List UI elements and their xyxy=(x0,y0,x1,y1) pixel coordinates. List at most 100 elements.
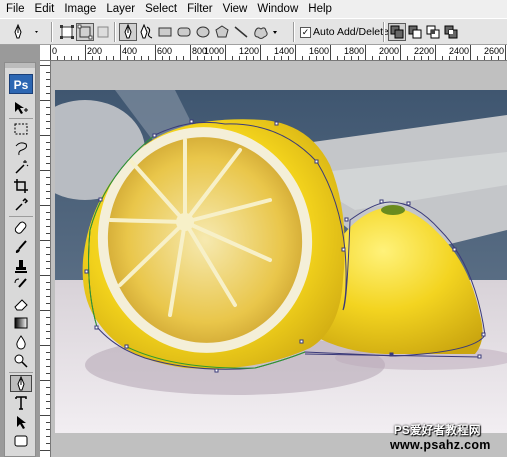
ruler-label: 200 xyxy=(87,46,103,56)
move-tool-button[interactable] xyxy=(10,99,32,116)
add-to-path-area-button[interactable] xyxy=(388,23,406,41)
ruler-tick xyxy=(46,149,50,150)
path-selection-tool-icon xyxy=(17,415,26,429)
type-tool-button[interactable] xyxy=(10,394,32,411)
fill-pixels-icon xyxy=(97,26,109,38)
ruler-tick xyxy=(204,56,205,60)
menu-help[interactable]: Help xyxy=(303,0,337,18)
freeform-pen-button[interactable] xyxy=(137,23,155,41)
ruler-tick xyxy=(176,56,177,60)
ruler-tick xyxy=(337,56,338,60)
intersect-path-areas-button[interactable] xyxy=(424,23,442,41)
eyedropper-tool-button[interactable] xyxy=(10,196,32,213)
lasso-tool-button[interactable] xyxy=(10,139,32,156)
subtract-from-path-area-button[interactable] xyxy=(406,23,424,41)
ruler-tick xyxy=(232,56,233,60)
ruler-label: 2000 xyxy=(379,46,400,56)
ruler-tick xyxy=(190,45,191,60)
ruler-tick xyxy=(40,205,50,206)
menu-select[interactable]: Select xyxy=(140,0,182,18)
paths-button[interactable] xyxy=(76,23,94,41)
menu-window[interactable]: Window xyxy=(252,0,303,18)
eraser-tool-button[interactable] xyxy=(10,295,32,312)
menu-file[interactable]: File xyxy=(0,0,30,18)
healing-brush-tool-button[interactable] xyxy=(10,219,32,236)
ruler-tick xyxy=(267,56,268,60)
options-bar: ✓ Auto Add/Delete xyxy=(0,18,507,45)
ruler-tick xyxy=(134,56,135,60)
shape-tool-icon xyxy=(14,435,28,446)
ellipse-button[interactable] xyxy=(194,23,212,41)
rounded-rectangle-button[interactable] xyxy=(175,23,193,41)
dodge-tool-button[interactable] xyxy=(10,352,32,369)
ruler-tick xyxy=(46,212,50,213)
pen-tool-button[interactable] xyxy=(10,375,32,392)
ruler-tick xyxy=(40,345,50,346)
ps-logo[interactable]: Ps xyxy=(9,74,33,94)
ruler-tick xyxy=(46,79,50,80)
ruler-tick xyxy=(407,56,408,60)
ruler-tick xyxy=(155,45,156,60)
ruler-tick xyxy=(351,56,352,60)
tool-separator xyxy=(9,216,33,217)
ruler-tick xyxy=(183,56,184,60)
ruler-label: 0 xyxy=(52,46,58,56)
ruler-label: 600 xyxy=(157,46,173,56)
brush-tool-icon xyxy=(15,239,27,253)
line-button[interactable] xyxy=(232,23,250,41)
ruler-tick xyxy=(148,56,149,60)
path-selection-tool-button[interactable] xyxy=(10,413,32,430)
ruler-tick xyxy=(46,86,50,87)
pen-icon xyxy=(124,23,132,39)
ruler-tick xyxy=(78,56,79,60)
history-brush-tool-button[interactable] xyxy=(10,276,32,293)
ruler-tick xyxy=(491,56,492,60)
menu-view[interactable]: View xyxy=(218,0,253,18)
ruler-tick xyxy=(64,56,65,60)
ruler-label: 2200 xyxy=(414,46,435,56)
ruler-tick xyxy=(162,56,163,60)
magic-wand-tool-button[interactable] xyxy=(10,158,32,175)
exclude-overlapping-path-areas-button[interactable] xyxy=(442,23,460,41)
gradient-tool-button[interactable] xyxy=(10,314,32,331)
shape-tool-button[interactable] xyxy=(10,432,32,449)
ruler-tick xyxy=(330,45,331,60)
custom-shape-button[interactable] xyxy=(251,23,281,41)
ruler-tick xyxy=(46,191,50,192)
ruler-label: 1400 xyxy=(274,46,295,56)
watermark-site-name: PS爱好者教程网 xyxy=(394,425,481,437)
shape-layers-button[interactable] xyxy=(58,23,76,41)
tool-preset-picker[interactable] xyxy=(8,23,44,41)
dodge-tool-icon xyxy=(14,354,28,368)
ruler-label: 1800 xyxy=(344,46,365,56)
marquee-tool-button[interactable] xyxy=(10,120,32,137)
crop-tool-button[interactable] xyxy=(10,177,32,194)
ruler-tick xyxy=(46,387,50,388)
ruler-tick xyxy=(46,254,50,255)
polygon-button[interactable] xyxy=(213,23,231,41)
ruler-tick xyxy=(46,219,50,220)
ruler-tick xyxy=(113,56,114,60)
tools-panel-grip[interactable] xyxy=(5,63,35,68)
menu-image[interactable]: Image xyxy=(59,0,101,18)
paths-icon xyxy=(77,24,93,40)
ruler-tick xyxy=(344,56,345,60)
auto-add-delete-checkbox[interactable]: ✓ xyxy=(300,27,311,38)
history-brush-tool-icon xyxy=(14,277,27,288)
ruler-tick xyxy=(46,429,50,430)
clone-stamp-tool-button[interactable] xyxy=(10,257,32,274)
fill-pixels-button[interactable] xyxy=(94,23,112,41)
blur-tool-button[interactable] xyxy=(10,333,32,350)
menu-edit[interactable]: Edit xyxy=(30,0,60,18)
rectangle-button[interactable] xyxy=(156,23,174,41)
lemon-photo[interactable] xyxy=(55,90,507,433)
ruler-tick xyxy=(46,268,50,269)
menu-layer[interactable]: Layer xyxy=(101,0,140,18)
brush-tool-button[interactable] xyxy=(10,238,32,255)
menu-bar: File Edit Image Layer Select Filter View… xyxy=(0,0,507,18)
menu-filter[interactable]: Filter xyxy=(182,0,218,18)
pen-tool-button[interactable] xyxy=(119,23,137,41)
tool-separator xyxy=(9,118,33,119)
ruler-tick xyxy=(260,45,261,60)
ruler-tick xyxy=(46,93,50,94)
